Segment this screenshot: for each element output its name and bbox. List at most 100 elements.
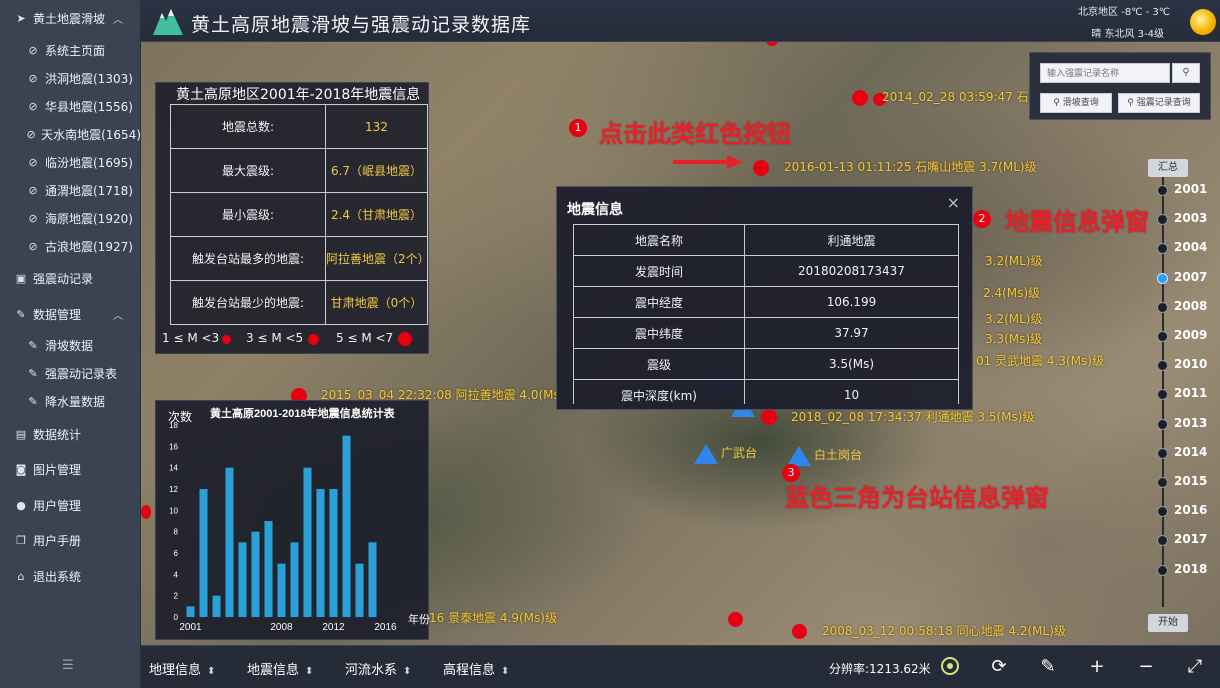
timeline-node-2004[interactable] — [1157, 243, 1168, 255]
strong-record-query-button[interactable]: ⚲ 强震记录查询 — [1118, 93, 1200, 113]
timeline-node-2011[interactable] — [1157, 389, 1168, 401]
sidebar-item-strong-motion-table[interactable]: ✎ 强震动记录表 — [0, 361, 141, 385]
timeline-year-label[interactable]: 2008 — [1174, 299, 1207, 313]
chart-bar[interactable] — [225, 467, 234, 617]
chart-bar[interactable] — [290, 542, 299, 617]
chart-bar[interactable] — [199, 489, 208, 617]
menu-user-management[interactable]: ● 用户管理 — [0, 493, 141, 517]
timeline-node-2018[interactable] — [1157, 564, 1168, 576]
sidebar-item-home[interactable]: ⊘ 系统主页面 — [0, 38, 141, 62]
zoom-out-icon[interactable]: − — [1134, 655, 1158, 679]
timeline-year-label[interactable]: 2017 — [1174, 532, 1207, 546]
timeline-year-label[interactable]: 2009 — [1174, 328, 1207, 342]
sidebar-item-gulang[interactable]: ⊘ 古浪地震(1927) — [0, 234, 141, 258]
chart-bar[interactable] — [368, 542, 377, 617]
chart-bar[interactable] — [355, 563, 364, 617]
menu-image-management[interactable]: ◙ 图片管理 — [0, 457, 141, 481]
chart-bar[interactable] — [316, 489, 325, 617]
timeline-node-2008[interactable] — [1157, 301, 1168, 313]
timeline-node-2015[interactable] — [1157, 477, 1168, 488]
start-button[interactable]: 开始 — [1148, 614, 1188, 632]
menu-loess-landslide[interactable]: ➤ 黄土地震滑坡 ︿ — [0, 6, 141, 30]
close-icon[interactable]: × — [947, 193, 960, 212]
sidebar-item-huaxian[interactable]: ⊘ 华县地震(1556) — [0, 94, 141, 118]
search-input[interactable] — [1040, 63, 1170, 83]
popup-key: 震中纬度 — [573, 317, 745, 349]
chart-bar[interactable] — [329, 489, 338, 617]
chart-bar[interactable] — [186, 606, 195, 617]
geo-info-menu[interactable]: 地理信息 ⬍ — [149, 659, 215, 678]
sidebar-item-tianshuinan[interactable]: ⊘ 天水南地震(1654) — [0, 122, 141, 146]
chart-bar[interactable] — [303, 467, 312, 617]
quake-marker[interactable] — [766, 42, 778, 46]
timeline-year-label[interactable]: 2010 — [1174, 357, 1207, 371]
menu-statistics[interactable]: ▤ 数据统计 — [0, 422, 141, 446]
chart-bar[interactable] — [264, 521, 273, 617]
map-view[interactable]: 2014_02_28 03:59:47 石嘴 2016-01-13 01:11:… — [141, 42, 1220, 645]
timeline-node-2010[interactable] — [1157, 360, 1168, 372]
timeline-node-2017[interactable] — [1157, 535, 1168, 547]
zoom-in-icon[interactable]: + — [1085, 655, 1109, 679]
timeline-year-label[interactable]: 2011 — [1174, 386, 1207, 400]
search-icon[interactable]: ⚲ — [1172, 63, 1200, 83]
sidebar-item-label: 降水量数据 — [45, 394, 106, 409]
timeline-year-label[interactable]: 2004 — [1174, 240, 1207, 254]
popup-scroll-area[interactable]: 地震名称 利通地震 发震时间 20180208173437 震中经度 106.199 … — [573, 224, 959, 404]
quake-marker-selected[interactable] — [761, 409, 777, 425]
chart-bar[interactable] — [342, 435, 351, 617]
timeline-year-label[interactable]: 2001 — [1174, 182, 1207, 196]
sidebar-item-rainfall-data[interactable]: ✎ 降水量数据 — [0, 389, 141, 413]
locate-icon[interactable] — [938, 655, 962, 679]
chart-bar[interactable] — [212, 595, 221, 617]
menu-user-manual[interactable]: ❐ 用户手册 — [0, 528, 141, 552]
sidebar-item-linfen[interactable]: ⊘ 临汾地震(1695) — [0, 150, 141, 174]
stat-value: 132 — [325, 104, 428, 149]
timeline-node-2013[interactable] — [1157, 418, 1168, 430]
timeline-node-2016[interactable] — [1157, 506, 1168, 518]
timeline-node-2009[interactable] — [1157, 331, 1168, 342]
quake-marker[interactable] — [728, 612, 743, 627]
stat-key: 最大震级: — [170, 148, 326, 193]
timeline-year-label[interactable]: 2003 — [1174, 211, 1207, 225]
timeline-node-2001[interactable] — [1157, 185, 1168, 196]
legend-label: 1 ≤ M <3 — [162, 331, 220, 345]
menu-data-management[interactable]: ✎ 数据管理 ︿ — [0, 302, 141, 326]
quake-marker[interactable] — [792, 624, 807, 639]
quake-marker[interactable] — [753, 160, 769, 176]
timeline-year-label[interactable]: 2013 — [1174, 416, 1207, 430]
elevation-menu[interactable]: 高程信息 ⬍ — [443, 659, 509, 678]
timeline-node-2003[interactable] — [1157, 214, 1168, 226]
timeline-year-label[interactable]: 2007 — [1174, 270, 1207, 284]
sidebar-item-landslide-data[interactable]: ✎ 滑坡数据 — [0, 333, 141, 357]
refresh-icon[interactable]: ⟳ — [987, 655, 1011, 679]
station-marker[interactable] — [787, 446, 811, 466]
legend-dot — [222, 335, 231, 344]
measure-icon[interactable]: ✎ — [1036, 655, 1060, 679]
timeline-year-label[interactable]: 2016 — [1174, 503, 1207, 517]
chart-bar[interactable] — [251, 531, 260, 617]
menu-strong-motion[interactable]: ▣ 强震动记录 — [0, 266, 141, 290]
station-marker[interactable] — [694, 444, 718, 464]
quake-marker[interactable] — [141, 505, 151, 519]
quake-marker[interactable] — [852, 90, 868, 106]
chart-bar[interactable] — [277, 563, 286, 617]
landslide-query-button[interactable]: ⚲ 滑坡查询 — [1040, 93, 1112, 113]
sidebar-item-tongwei[interactable]: ⊘ 通渭地震(1718) — [0, 178, 141, 202]
summary-button[interactable]: 汇总 — [1148, 159, 1188, 177]
sidebar-item-hongdong[interactable]: ⊘ 洪洞地震(1303) — [0, 66, 141, 90]
fullscreen-icon[interactable]: ⤢ — [1183, 655, 1207, 679]
sidebar-item-haiyuan[interactable]: ⊘ 海原地震(1920) — [0, 206, 141, 230]
timeline-node-2014[interactable] — [1157, 447, 1168, 459]
timeline-year-label[interactable]: 2015 — [1174, 474, 1207, 488]
collapse-menu-icon[interactable]: ☰ — [62, 658, 74, 673]
menu-logout[interactable]: ⌂ 退出系统 — [0, 564, 141, 588]
clipboard-icon: ▣ — [15, 271, 27, 285]
quake-info-menu[interactable]: 地震信息 ⬍ — [247, 659, 313, 678]
chart-bar[interactable] — [238, 542, 247, 617]
y-tick-label: 10 — [169, 506, 178, 515]
timeline-year-label[interactable]: 2018 — [1174, 562, 1207, 576]
timeline-year-label[interactable]: 2014 — [1174, 445, 1207, 459]
y-tick-label: 16 — [169, 442, 178, 451]
timeline-node-2007[interactable] — [1157, 272, 1168, 284]
river-system-menu[interactable]: 河流水系 ⬍ — [345, 659, 411, 678]
